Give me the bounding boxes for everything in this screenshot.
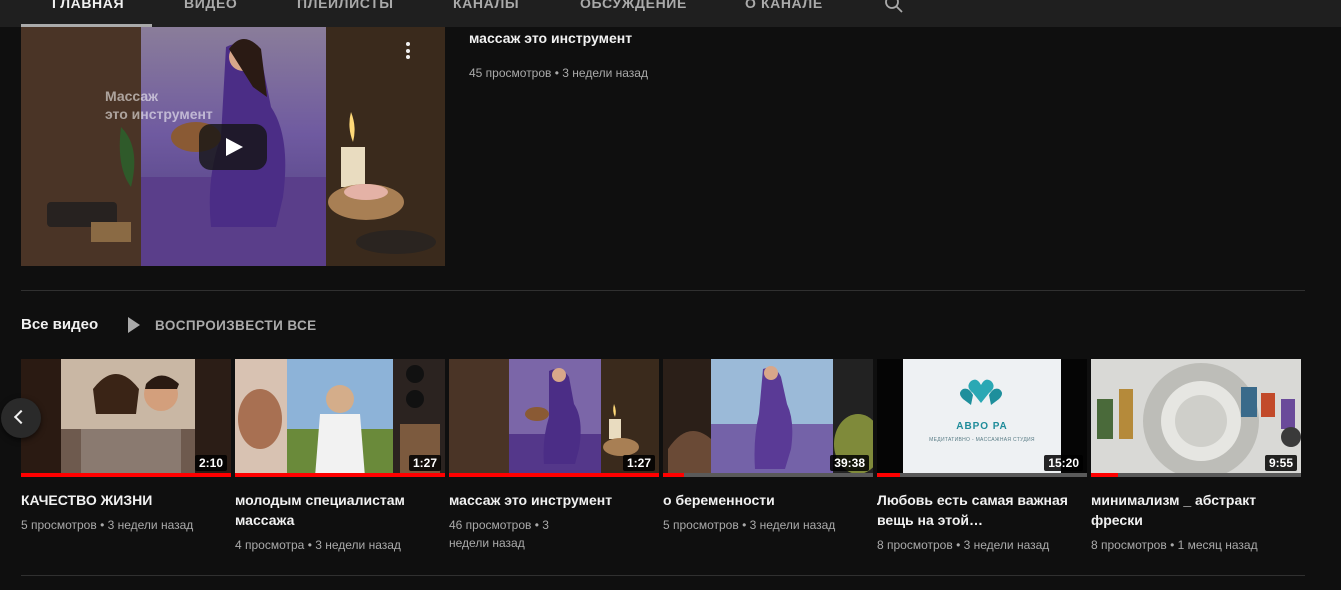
watch-progress-track	[1091, 473, 1301, 477]
watch-progress-bar	[21, 473, 231, 477]
play-all-label: Воспроизвести все	[155, 317, 317, 333]
play-all-button[interactable]: Воспроизвести все	[128, 317, 317, 333]
watch-progress-track	[663, 473, 873, 477]
tab-videos[interactable]: Видео	[184, 0, 237, 11]
studio-logo-text: АВРО РА	[956, 421, 1008, 432]
video-duration: 15:20	[1044, 455, 1083, 471]
thumbnail-overlay-text: Массаж это инструмент	[105, 88, 213, 122]
video-card[interactable]: 2:10 КАЧЕСТВО ЖИЗНИ 5 просмотров • 3 нед…	[21, 359, 231, 534]
search-icon[interactable]	[884, 0, 904, 14]
section-divider	[21, 290, 1305, 291]
video-duration: 2:10	[194, 455, 227, 471]
play-all-icon	[128, 317, 140, 333]
video-thumbnail[interactable]: 1:27	[235, 359, 445, 477]
video-card[interactable]: 9:55 минимализм _ абстракт фрески 8 прос…	[1091, 359, 1301, 554]
video-title[interactable]: массаж это инструмент	[449, 490, 659, 510]
watch-progress-bar	[235, 473, 445, 477]
play-icon	[226, 138, 243, 156]
tab-about[interactable]: О канале	[745, 0, 823, 11]
video-thumbnail[interactable]: АВРО РА МЕДИТАТИВНО - МАССАЖНАЯ СТУДИЯ 1…	[877, 359, 1087, 477]
video-duration: 1:27	[622, 455, 655, 471]
tab-home[interactable]: Главная	[52, 0, 124, 11]
video-meta: 5 просмотров • 3 недели назад	[663, 518, 836, 532]
video-duration: 1:27	[408, 455, 441, 471]
video-meta: 8 просмотров • 1 месяц назад	[1091, 538, 1258, 552]
tab-playlists[interactable]: Плейлисты	[297, 0, 394, 11]
video-card[interactable]: АВРО РА МЕДИТАТИВНО - МАССАЖНАЯ СТУДИЯ 1…	[877, 359, 1087, 554]
video-title[interactable]: молодым специалистам массажа	[235, 490, 445, 530]
studio-logo-subtitle: МЕДИТАТИВНО - МАССАЖНАЯ СТУДИЯ	[929, 437, 1035, 443]
video-card[interactable]: 1:27 молодым специалистам массажа 4 прос…	[235, 359, 445, 554]
featured-video-meta: 45 просмотров • 3 недели назад	[469, 66, 648, 80]
video-thumbnail[interactable]: 2:10	[21, 359, 231, 477]
video-title[interactable]: КАЧЕСТВО ЖИЗНИ	[21, 490, 231, 510]
watch-progress-bar	[663, 473, 684, 477]
watch-progress-bar	[1091, 473, 1119, 477]
section-title[interactable]: Все видео	[21, 316, 98, 333]
play-button[interactable]	[199, 124, 267, 170]
video-meta: 8 просмотров • 3 недели назад	[877, 538, 1050, 552]
video-title[interactable]: Любовь есть самая важная вещь на этой…	[877, 490, 1087, 530]
video-meta: 46 просмотров • 3 недели назад	[449, 518, 549, 550]
tab-channels[interactable]: Каналы	[453, 0, 519, 11]
video-meta: 5 просмотров • 3 недели назад	[21, 518, 194, 532]
carousel-previous-button[interactable]	[1, 398, 41, 438]
more-options-icon[interactable]	[400, 42, 416, 62]
video-duration: 9:55	[1264, 455, 1297, 471]
video-card[interactable]: 39:38 о беременности 5 просмотров • 3 не…	[663, 359, 873, 534]
video-title[interactable]: о беременности	[663, 490, 873, 510]
featured-video-title[interactable]: массаж это инструмент	[469, 30, 632, 46]
video-card[interactable]: 1:27 массаж это инструмент 46 просмотров…	[449, 359, 659, 552]
video-thumbnail[interactable]: 1:27	[449, 359, 659, 477]
video-thumbnail[interactable]: 9:55	[1091, 359, 1301, 477]
video-thumbnail[interactable]: 39:38	[663, 359, 873, 477]
watch-progress-bar	[449, 473, 659, 477]
video-duration: 39:38	[830, 455, 869, 471]
watch-progress-bar	[877, 473, 901, 477]
tab-discussion[interactable]: Обсуждение	[580, 0, 687, 11]
section-divider	[21, 575, 1305, 576]
video-title[interactable]: минимализм _ абстракт фрески	[1091, 490, 1301, 530]
channel-tabs-bar: Главная Видео Плейлисты Каналы Обсуждени…	[0, 0, 1341, 27]
chevron-left-icon	[13, 409, 29, 425]
video-meta: 4 просмотра • 3 недели назад	[235, 538, 401, 552]
watch-progress-track	[877, 473, 1087, 477]
